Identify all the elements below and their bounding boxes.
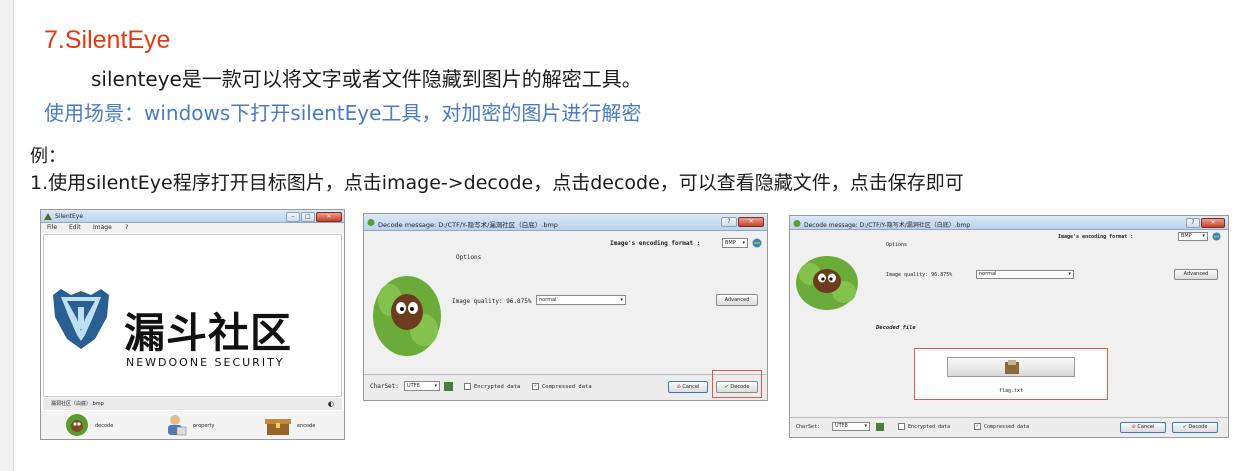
result-encrypted-label: Encrypted data (908, 424, 951, 430)
decode-icon (66, 414, 88, 436)
file-info-bar: 漏洞社区（白底）.bmp ◐ (43, 398, 342, 410)
menu-file[interactable]: File (47, 223, 57, 233)
slide-title: 7.SilentEye (44, 26, 171, 54)
menu-bar: File Edit Image ? (41, 223, 344, 233)
result-compressed-box[interactable]: ✓ (974, 423, 981, 430)
result-quality-select[interactable]: normal ▾ (976, 270, 1074, 279)
result-charset-select[interactable]: UTF8 ▾ (832, 422, 870, 431)
result-format-info-icon (1212, 232, 1221, 241)
close-button[interactable]: ✕ (316, 212, 342, 222)
decoded-file-label: Decoded file (876, 325, 916, 331)
result-charset-icon (876, 423, 884, 431)
result-encrypted-box[interactable] (898, 423, 905, 430)
dialog-close-button[interactable]: ✕ (738, 217, 764, 227)
menu-help[interactable]: ? (125, 223, 128, 233)
decoded-result-screenshot: Decode message: D:/CTF/Y-隐写术/漏洞社区（白底）.bm… (789, 215, 1229, 438)
zoom-control-icon[interactable]: ◐ (328, 398, 334, 410)
decoded-file-item[interactable] (947, 357, 1075, 377)
image-quality-value: 96.875% (506, 298, 532, 305)
logo-chinese-text: 漏斗社区 (124, 309, 292, 357)
encrypted-checkbox-box[interactable] (464, 383, 471, 390)
description-line: silenteye是一款可以将文字或者文件隐藏到图片的解密工具。 (91, 67, 642, 91)
encode-label: encode (297, 423, 316, 429)
advanced-button[interactable]: Advanced (716, 294, 758, 306)
silenteye-main-window-screenshot: SilentEye – □ ✕ File Edit Image ? 漏斗社区 N… (40, 209, 345, 440)
result-app-icon (793, 220, 801, 227)
result-help-button[interactable]: ? (1186, 218, 1200, 228)
encrypted-data-label: Encrypted data (474, 384, 521, 390)
result-charset-label: CharSet: (796, 424, 821, 430)
image-quality-label: Image quality: 96.875% (452, 298, 532, 305)
result-advanced-button[interactable]: Advanced (1174, 269, 1218, 280)
decoded-file-list: flag.txt (914, 348, 1108, 400)
cancel-icon: ⊘ (676, 384, 681, 390)
property-label: property (193, 423, 215, 429)
usage-scenario-line: 使用场景：windows下打开silentEye工具，对加密的图片进行解密 (44, 101, 642, 125)
example-label: 例： (30, 146, 66, 167)
action-bar: decode property encode (41, 411, 344, 439)
result-quality-value: 96.875% (931, 272, 953, 278)
menu-image[interactable]: Image (93, 223, 112, 233)
result-compressed-label: Compressed data (984, 424, 1030, 430)
result-compressed-checkbox[interactable]: ✓ Compressed data (974, 423, 1029, 430)
step-instruction-line: 1.使用silentEye程序打开目标图片，点击image->decode，点击… (30, 172, 964, 194)
encrypted-data-checkbox[interactable]: Encrypted data (464, 383, 520, 390)
maximize-button[interactable]: □ (301, 212, 315, 222)
help-button[interactable]: ? (721, 217, 737, 227)
result-encoding-select[interactable]: BMP ▾ (1178, 232, 1208, 241)
format-info-icon (752, 238, 762, 248)
result-status-bar: CharSet: UTF8 ▾ Encrypted data ✓ Compresse… (790, 417, 1228, 437)
result-decode-button[interactable]: ✔ Decode (1172, 422, 1218, 433)
image-quality-select[interactable]: normal ▾ (536, 295, 626, 305)
decoded-file-name: flag.txt (998, 388, 1024, 394)
result-mascot-icon (796, 256, 858, 310)
compressed-checkbox-box[interactable]: ✓ (532, 383, 539, 390)
encoding-format-label: Image's encoding format : (610, 240, 701, 247)
property-action[interactable]: property (163, 413, 233, 439)
charset-select[interactable]: UTF8 ▾ (404, 381, 440, 391)
result-cancel-button[interactable]: ⊘ Cancel (1120, 422, 1166, 433)
property-icon (168, 415, 187, 436)
current-file-label: 漏洞社区（白底）.bmp (51, 401, 104, 407)
result-options-label: Options (886, 242, 908, 248)
decode-label: decode (95, 423, 114, 429)
dialog-titlebar: Decode message: D:/CTF/Y-隐写术/漏洞社区（白底）.bm… (364, 214, 767, 231)
compressed-data-checkbox[interactable]: ✓ Compressed data (532, 383, 592, 390)
charset-icon (444, 382, 453, 391)
silenteye-app-icon (44, 213, 52, 220)
cancel-button[interactable]: ⊘ Cancel (668, 381, 708, 393)
menu-edit[interactable]: Edit (69, 223, 81, 233)
encode-action[interactable]: encode (265, 413, 335, 439)
image-canvas: 漏斗社区 NEWDOONE SECURITY (43, 234, 342, 397)
result-encoding-label: Image's encoding format : (1058, 234, 1134, 240)
shield-logo-icon (53, 289, 109, 349)
logo-english-text: NEWDOONE SECURITY (126, 356, 285, 369)
encode-icon (265, 419, 291, 435)
decode-action[interactable]: decode (65, 413, 125, 439)
compressed-data-label: Compressed data (542, 384, 592, 390)
result-cancel-icon: ⊘ (1131, 424, 1136, 430)
dialog-app-icon (367, 219, 375, 226)
result-titlebar: Decode message: D:/CTF/Y-隐写术/漏洞社区（白底）.bm… (790, 216, 1228, 230)
result-encrypted-checkbox[interactable]: Encrypted data (898, 423, 950, 430)
left-edge-strip (0, 0, 14, 471)
decode-button-highlight (712, 370, 762, 398)
minimize-button[interactable]: – (286, 212, 300, 222)
decode-dialog-screenshot: Decode message: D:/CTF/Y-隐写术/漏洞社区（白底）.bm… (363, 213, 768, 401)
window-title: SilentEye (55, 213, 84, 220)
file-icon (1005, 360, 1019, 374)
result-title: Decode message: D:/CTF/Y-隐写术/漏洞社区（白底）.bm… (804, 222, 971, 229)
encoding-format-select[interactable]: BMP ▾ (722, 238, 748, 248)
result-decode-icon: ✔ (1182, 424, 1187, 430)
result-quality-label: Image quality: 96.875% (886, 272, 953, 278)
dialog-title: Decode message: D:/CTF/Y-隐写术/漏洞社区（白底）.bm… (378, 221, 558, 229)
silenteye-mascot-icon (373, 276, 441, 356)
window-titlebar: SilentEye – □ ✕ (41, 210, 344, 223)
charset-label: CharSet: (370, 383, 399, 390)
dialog-status-bar: CharSet: UTF8 ▾ Encrypted data ✓ Compresse… (364, 374, 767, 400)
result-close-button[interactable]: ✕ (1201, 218, 1225, 228)
options-label: Options (456, 254, 482, 261)
